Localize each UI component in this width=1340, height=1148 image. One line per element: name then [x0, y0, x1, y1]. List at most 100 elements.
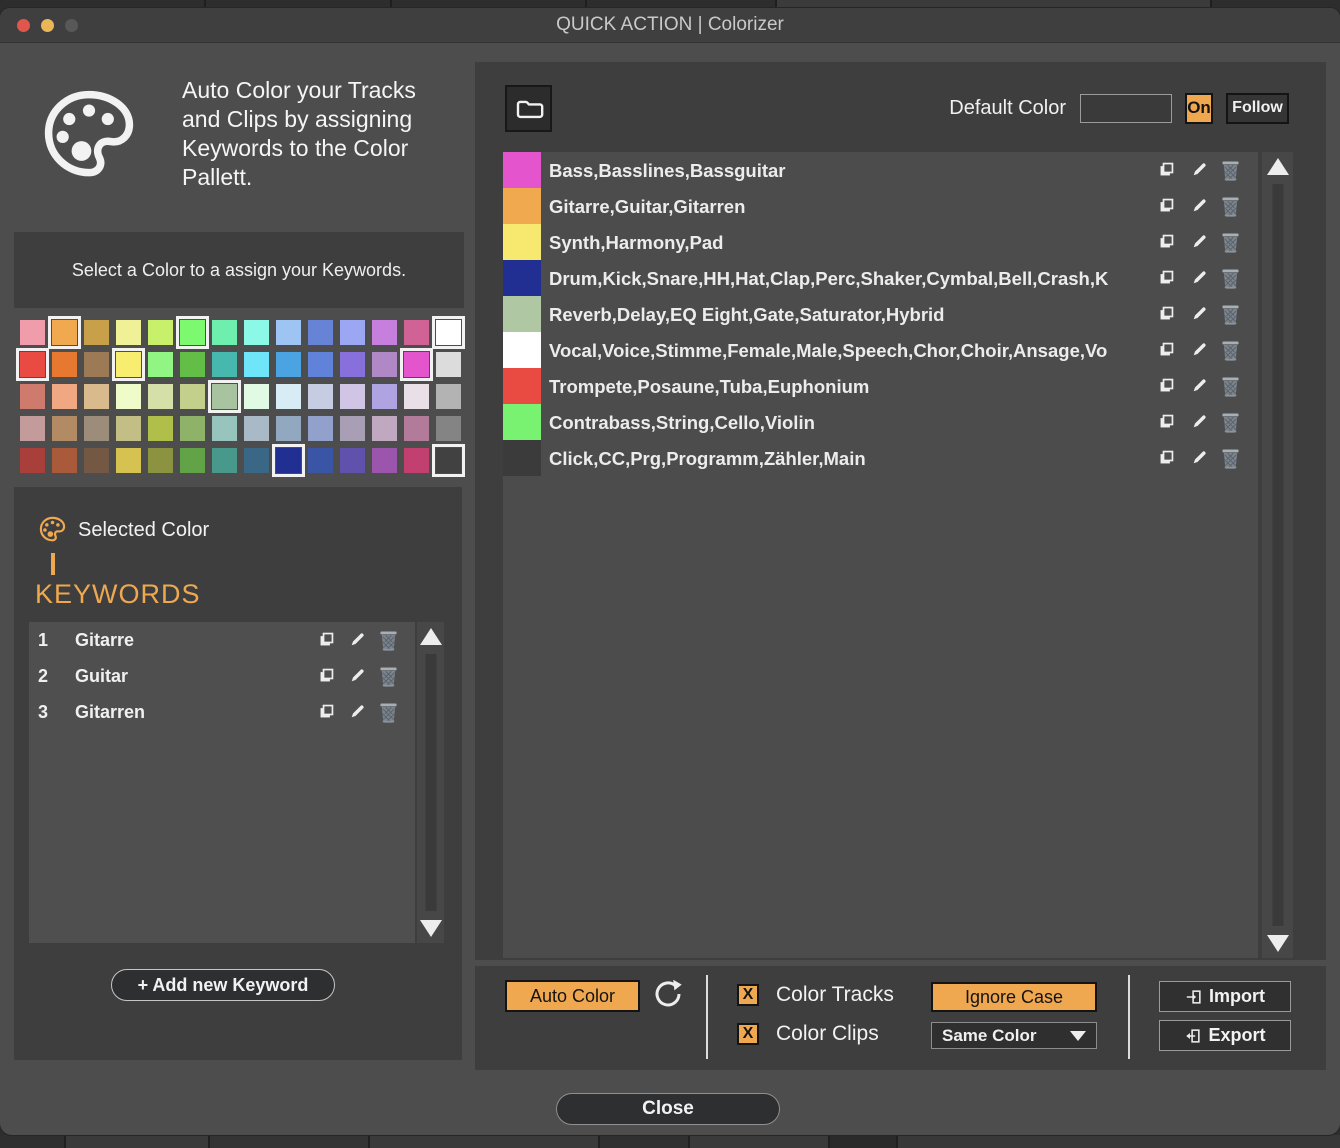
palette-swatch[interactable]	[308, 416, 333, 441]
palette-swatch[interactable]	[276, 320, 301, 345]
palette-swatch[interactable]	[308, 448, 333, 473]
folder-button[interactable]	[505, 85, 552, 132]
palette-swatch[interactable]	[244, 416, 269, 441]
follow-button[interactable]: Follow	[1226, 93, 1289, 124]
palette-swatch[interactable]	[436, 352, 461, 377]
palette-swatch[interactable]	[404, 352, 429, 377]
palette-swatch[interactable]	[20, 416, 45, 441]
palette-swatch[interactable]	[84, 320, 109, 345]
edit-icon[interactable]	[1191, 339, 1209, 361]
edit-icon[interactable]	[349, 701, 367, 723]
palette-swatch[interactable]	[212, 320, 237, 345]
palette-swatch[interactable]	[52, 352, 77, 377]
duplicate-icon[interactable]	[1158, 447, 1176, 469]
palette-swatch[interactable]	[340, 448, 365, 473]
delete-icon[interactable]	[378, 665, 396, 687]
scroll-down-icon[interactable]	[1267, 935, 1289, 952]
palette-swatch[interactable]	[20, 448, 45, 473]
palette-swatch[interactable]	[116, 448, 141, 473]
palette-swatch[interactable]	[180, 448, 205, 473]
scroll-down-icon[interactable]	[420, 920, 442, 937]
palette-swatch[interactable]	[340, 320, 365, 345]
palette-swatch[interactable]	[84, 384, 109, 409]
palette-swatch[interactable]	[372, 320, 397, 345]
delete-icon[interactable]	[1220, 267, 1238, 289]
palette-swatch[interactable]	[52, 416, 77, 441]
edit-icon[interactable]	[1191, 159, 1209, 181]
palette-swatch[interactable]	[340, 352, 365, 377]
palette-swatch[interactable]	[148, 320, 173, 345]
palette-swatch[interactable]	[116, 320, 141, 345]
color-clips-checkbox[interactable]: X	[737, 1023, 759, 1045]
palette-swatch[interactable]	[276, 448, 301, 473]
duplicate-icon[interactable]	[1158, 339, 1176, 361]
duplicate-icon[interactable]	[1158, 159, 1176, 181]
palette-swatch[interactable]	[180, 352, 205, 377]
default-color-input[interactable]	[1080, 94, 1172, 123]
palette-swatch[interactable]	[20, 384, 45, 409]
edit-icon[interactable]	[1191, 411, 1209, 433]
duplicate-icon[interactable]	[318, 629, 336, 651]
mapping-scrollbar[interactable]	[1262, 152, 1293, 958]
scroll-up-icon[interactable]	[1267, 158, 1289, 175]
refresh-icon[interactable]	[652, 978, 684, 1010]
palette-swatch[interactable]	[436, 416, 461, 441]
duplicate-icon[interactable]	[1158, 231, 1176, 253]
palette-swatch[interactable]	[404, 448, 429, 473]
scroll-track[interactable]	[425, 654, 436, 911]
close-button[interactable]: Close	[556, 1093, 780, 1125]
palette-swatch[interactable]	[20, 352, 45, 377]
palette-swatch[interactable]	[116, 416, 141, 441]
palette-swatch[interactable]	[244, 320, 269, 345]
palette-swatch[interactable]	[308, 352, 333, 377]
mapping-color-swatch[interactable]	[503, 440, 541, 476]
palette-swatch[interactable]	[276, 352, 301, 377]
palette-swatch[interactable]	[308, 320, 333, 345]
duplicate-icon[interactable]	[1158, 195, 1176, 217]
delete-icon[interactable]	[1220, 195, 1238, 217]
palette-swatch[interactable]	[372, 384, 397, 409]
palette-swatch[interactable]	[436, 384, 461, 409]
palette-swatch[interactable]	[340, 384, 365, 409]
edit-icon[interactable]	[1191, 195, 1209, 217]
duplicate-icon[interactable]	[318, 665, 336, 687]
palette-swatch[interactable]	[180, 320, 205, 345]
auto-color-button[interactable]: Auto Color	[505, 980, 640, 1012]
palette-swatch[interactable]	[436, 320, 461, 345]
palette-swatch[interactable]	[212, 448, 237, 473]
palette-swatch[interactable]	[148, 448, 173, 473]
export-button[interactable]: Export	[1159, 1020, 1291, 1051]
palette-swatch[interactable]	[340, 416, 365, 441]
duplicate-icon[interactable]	[1158, 411, 1176, 433]
scroll-up-icon[interactable]	[420, 628, 442, 645]
mapping-color-swatch[interactable]	[503, 188, 541, 224]
duplicate-icon[interactable]	[1158, 375, 1176, 397]
edit-icon[interactable]	[349, 665, 367, 687]
mapping-color-swatch[interactable]	[503, 152, 541, 188]
edit-icon[interactable]	[1191, 267, 1209, 289]
edit-icon[interactable]	[1191, 447, 1209, 469]
mapping-color-swatch[interactable]	[503, 332, 541, 368]
delete-icon[interactable]	[1220, 447, 1238, 469]
palette-swatch[interactable]	[52, 384, 77, 409]
mapping-color-swatch[interactable]	[503, 224, 541, 260]
palette-swatch[interactable]	[308, 384, 333, 409]
delete-icon[interactable]	[1220, 339, 1238, 361]
delete-icon[interactable]	[1220, 411, 1238, 433]
default-color-on-button[interactable]: On	[1185, 93, 1213, 124]
palette-swatch[interactable]	[148, 384, 173, 409]
import-button[interactable]: Import	[1159, 981, 1291, 1012]
edit-icon[interactable]	[349, 629, 367, 651]
ignore-case-button[interactable]: Ignore Case	[931, 982, 1097, 1012]
duplicate-icon[interactable]	[1158, 267, 1176, 289]
mapping-color-swatch[interactable]	[503, 260, 541, 296]
palette-swatch[interactable]	[20, 320, 45, 345]
palette-swatch[interactable]	[404, 320, 429, 345]
delete-icon[interactable]	[378, 629, 396, 651]
palette-swatch[interactable]	[372, 352, 397, 377]
palette-swatch[interactable]	[148, 352, 173, 377]
edit-icon[interactable]	[1191, 231, 1209, 253]
duplicate-icon[interactable]	[1158, 303, 1176, 325]
palette-swatch[interactable]	[372, 448, 397, 473]
palette-swatch[interactable]	[244, 384, 269, 409]
